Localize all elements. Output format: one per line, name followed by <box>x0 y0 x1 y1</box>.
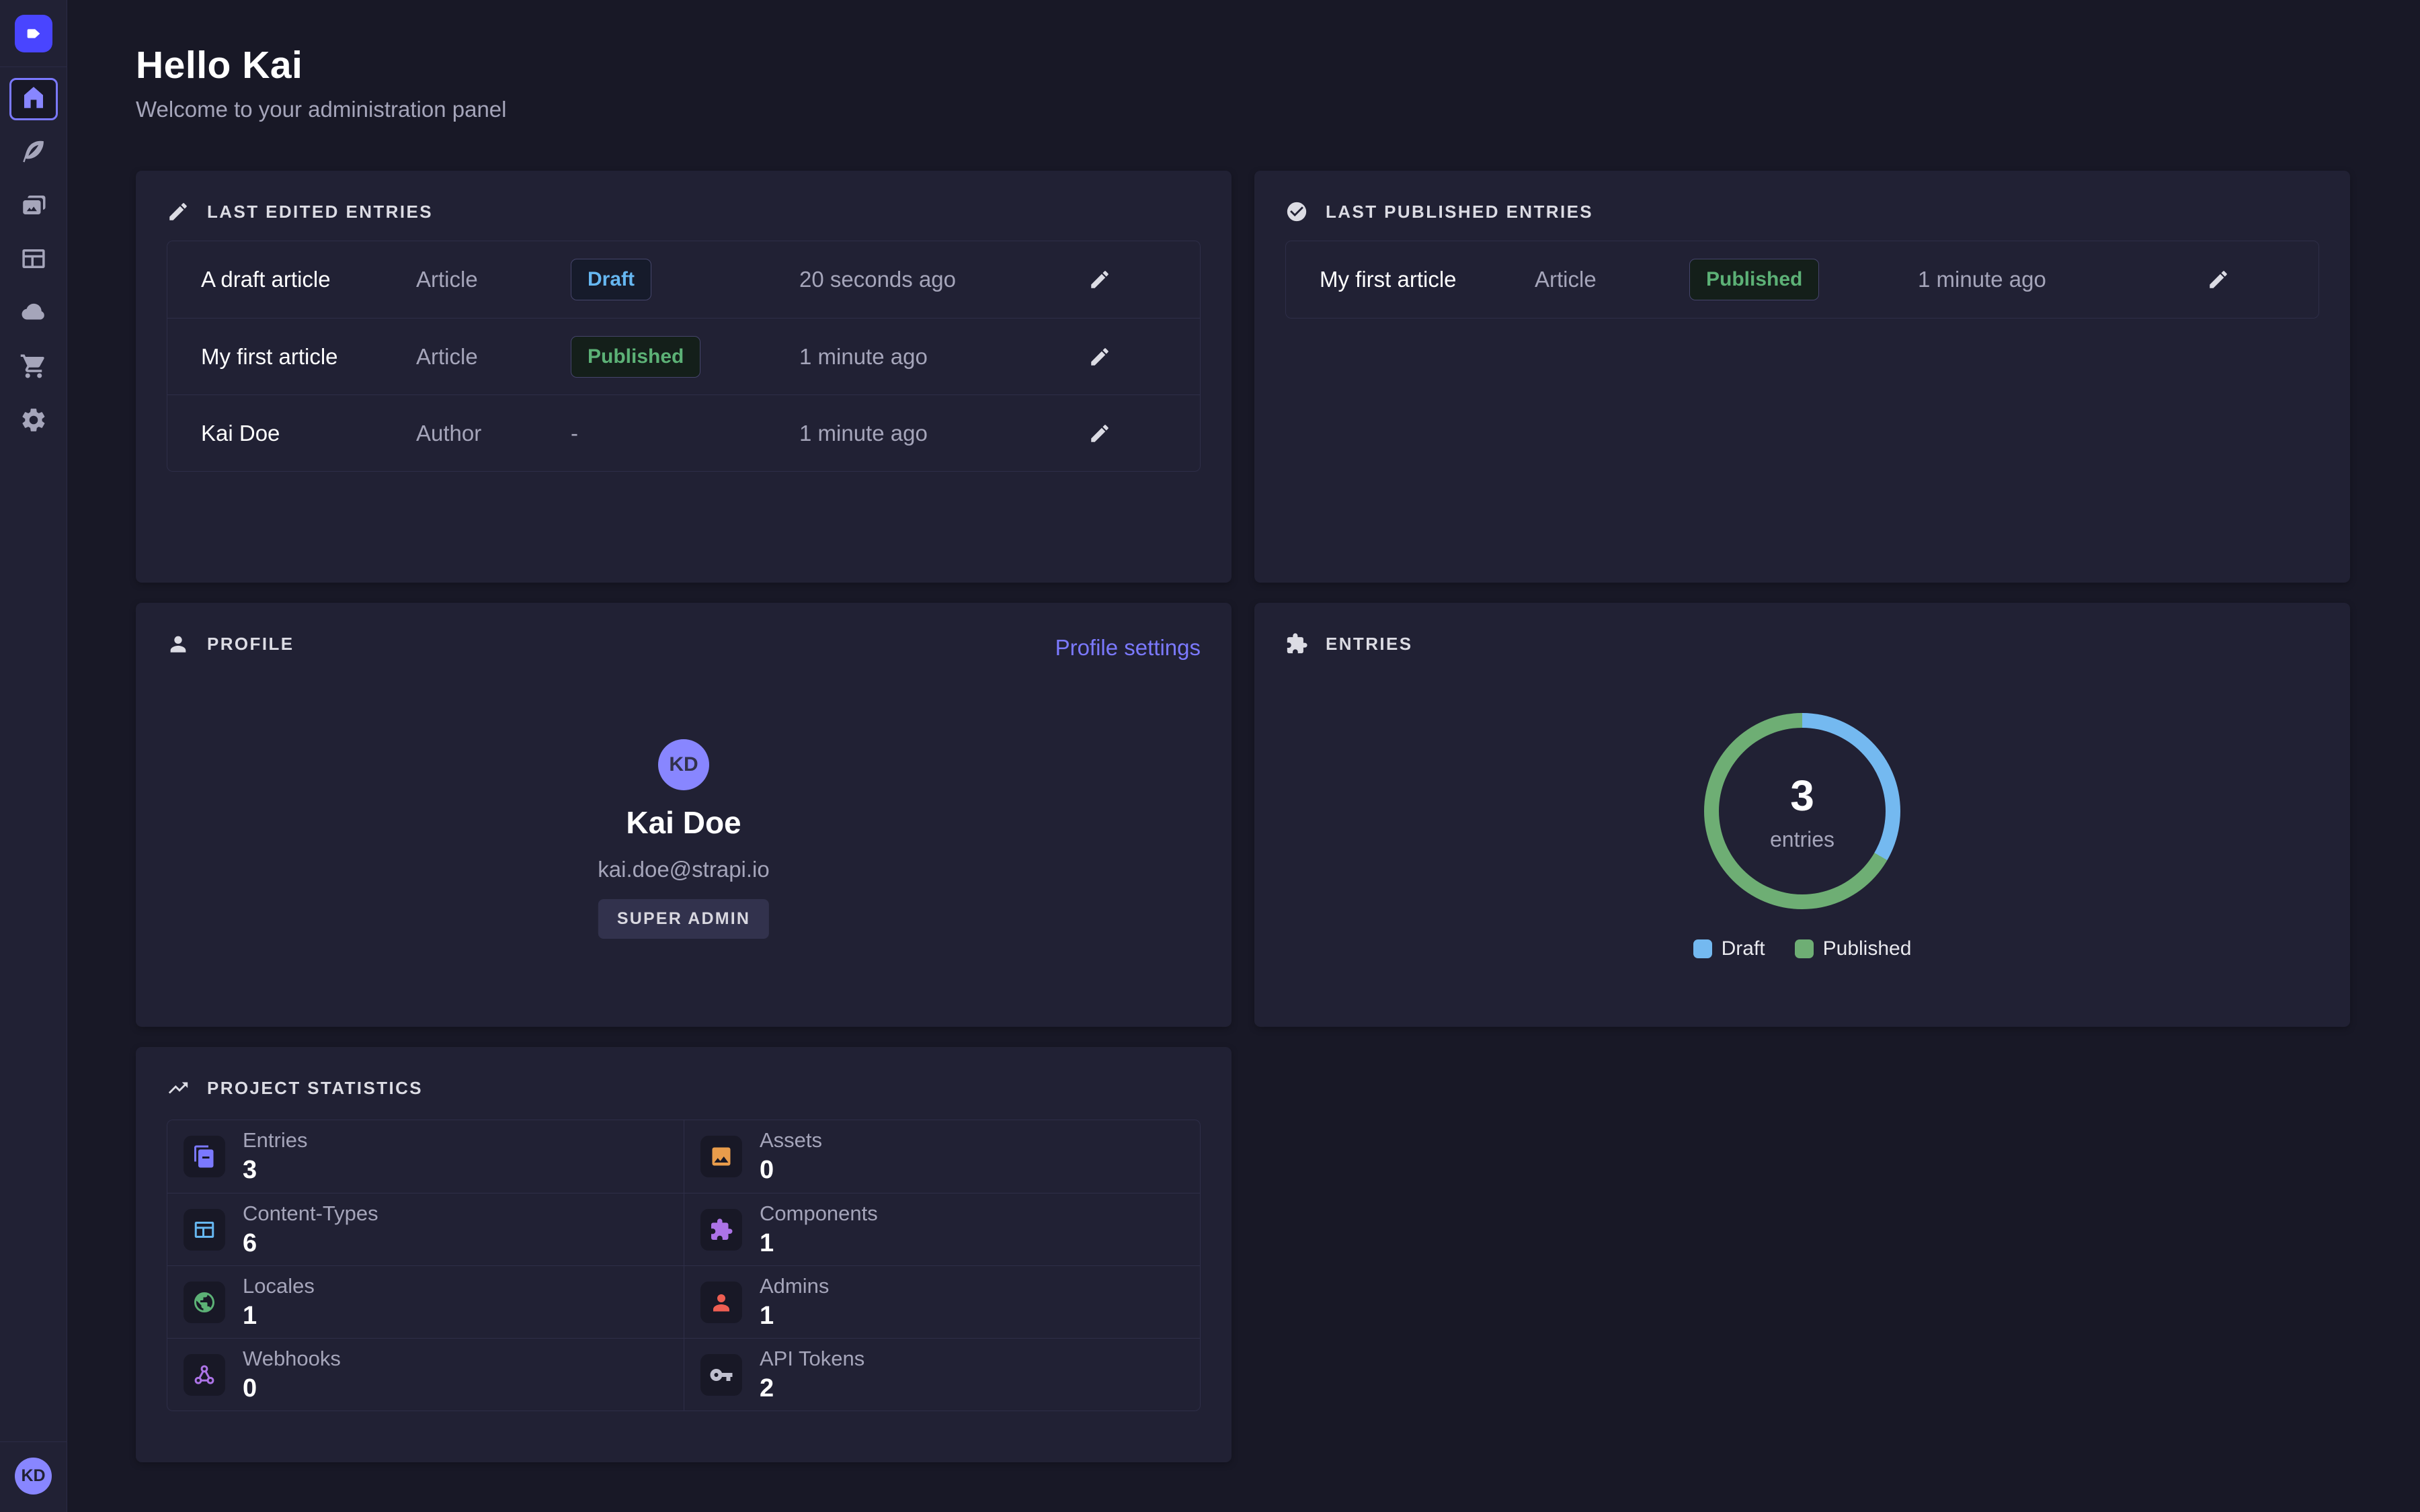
entry-time: 1 minute ago <box>799 421 1088 446</box>
card-title: LAST EDITED ENTRIES <box>207 202 433 222</box>
admin-user-icon <box>700 1282 742 1323</box>
globe-icon <box>184 1282 225 1323</box>
role-badge: SUPER ADMIN <box>598 899 769 939</box>
home-icon <box>19 83 48 115</box>
card-title: LAST PUBLISHED ENTRIES <box>1326 202 1593 222</box>
trending-up-icon <box>167 1077 190 1099</box>
sidebar-nav <box>9 78 58 443</box>
edit-entry-button[interactable] <box>1088 268 1111 291</box>
table-row: A draft article Article Draft 20 seconds… <box>167 241 1200 318</box>
profile-name: Kai Doe <box>136 804 1232 841</box>
page-subtitle: Welcome to your administration panel <box>136 97 2350 122</box>
gear-icon <box>19 406 48 437</box>
entry-time: 1 minute ago <box>799 344 1088 370</box>
card-title: PROJECT STATISTICS <box>207 1078 423 1099</box>
entry-type: Author <box>416 421 571 446</box>
pencil-icon <box>167 200 190 223</box>
person-icon <box>167 632 190 655</box>
sidebar-item-content-type-builder[interactable] <box>9 239 58 282</box>
profile-settings-link[interactable]: Profile settings <box>1055 635 1201 661</box>
stat-api-tokens: API Tokens2 <box>684 1338 1200 1411</box>
sidebar: KD <box>0 0 67 1512</box>
strapi-logo-icon <box>23 23 44 44</box>
documents-icon <box>184 1136 225 1177</box>
puzzle-icon <box>1285 632 1308 655</box>
card-title: PROFILE <box>207 634 294 655</box>
entry-name: My first article <box>1320 267 1535 292</box>
status-badge: Published <box>1689 259 1819 300</box>
layout-icon <box>184 1209 225 1251</box>
status-badge: Published <box>571 336 700 378</box>
pencil-icon <box>1088 268 1111 291</box>
edit-entry-button[interactable] <box>1088 345 1111 368</box>
entry-time: 20 seconds ago <box>799 267 1088 292</box>
profile-card: PROFILE Profile settings KD Kai Doe kai.… <box>136 603 1232 1027</box>
sidebar-item-content-manager[interactable] <box>9 132 58 174</box>
card-title: ENTRIES <box>1326 634 1412 655</box>
entries-caption: entries <box>1770 827 1834 852</box>
sidebar-item-marketplace[interactable] <box>9 347 58 389</box>
last-edited-table: A draft article Article Draft 20 seconds… <box>167 241 1201 472</box>
stat-webhooks: Webhooks0 <box>167 1338 684 1411</box>
table-row: My first article Article Published 1 min… <box>167 318 1200 394</box>
profile-avatar: KD <box>658 739 709 790</box>
entries-total: 3 <box>1790 771 1814 821</box>
shopping-cart-icon <box>19 352 48 384</box>
pencil-icon <box>2207 268 2230 291</box>
published-swatch <box>1795 939 1814 958</box>
profile-email: kai.doe@strapi.io <box>136 857 1232 882</box>
stats-grid: Entries3 Assets0 Content-Types6 Componen… <box>167 1120 1201 1411</box>
status-dash: - <box>571 421 578 446</box>
edit-entry-button[interactable] <box>2207 268 2230 291</box>
key-icon <box>700 1354 742 1396</box>
feather-pen-icon <box>19 137 48 169</box>
entry-type: Article <box>416 344 571 370</box>
images-icon <box>19 191 48 222</box>
legend-published: Published <box>1795 937 1912 960</box>
puzzle-icon <box>700 1209 742 1251</box>
stat-assets: Assets0 <box>684 1120 1200 1193</box>
user-avatar[interactable]: KD <box>15 1458 52 1495</box>
chart-legend: Draft Published <box>1254 937 2350 960</box>
entry-name: Kai Doe <box>201 421 416 446</box>
entry-time: 1 minute ago <box>1918 267 2207 292</box>
sidebar-item-home[interactable] <box>9 78 58 120</box>
entries-chart-card: ENTRIES 3 entries Draft Published <box>1254 603 2350 1027</box>
entry-name: A draft article <box>201 267 416 292</box>
entry-type: Article <box>416 267 571 292</box>
webhook-icon <box>184 1354 225 1396</box>
page-title: Hello Kai <box>136 43 2350 87</box>
main-content: Hello Kai Welcome to your administration… <box>67 0 2420 1512</box>
draft-swatch <box>1693 939 1712 958</box>
last-edited-entries-card: LAST EDITED ENTRIES A draft article Arti… <box>136 171 1232 583</box>
sidebar-item-cloud[interactable] <box>9 293 58 335</box>
last-published-table: My first article Article Published 1 min… <box>1285 241 2319 319</box>
table-row: My first article Article Published 1 min… <box>1286 241 2318 318</box>
layout-icon <box>19 245 48 276</box>
strapi-logo <box>15 15 52 52</box>
sidebar-bottom-divider <box>0 1441 67 1442</box>
pencil-icon <box>1088 422 1111 445</box>
image-icon <box>700 1136 742 1177</box>
cloud-icon <box>19 298 48 330</box>
sidebar-item-media-library[interactable] <box>9 185 58 228</box>
table-row: Kai Doe Author - 1 minute ago <box>167 394 1200 471</box>
entry-type: Article <box>1535 267 1689 292</box>
status-badge: Draft <box>571 259 651 300</box>
sidebar-item-settings[interactable] <box>9 401 58 443</box>
check-circle-icon <box>1285 200 1308 223</box>
entry-name: My first article <box>201 344 416 370</box>
entries-donut-chart: 3 entries <box>1704 713 1900 909</box>
stat-locales: Locales1 <box>167 1265 684 1338</box>
edit-entry-button[interactable] <box>1088 422 1111 445</box>
stat-admins: Admins1 <box>684 1265 1200 1338</box>
pencil-icon <box>1088 345 1111 368</box>
last-published-entries-card: LAST PUBLISHED ENTRIES My first article … <box>1254 171 2350 583</box>
legend-draft: Draft <box>1693 937 1765 960</box>
stat-components: Components1 <box>684 1193 1200 1265</box>
stat-entries: Entries3 <box>167 1120 684 1193</box>
stat-content-types: Content-Types6 <box>167 1193 684 1265</box>
project-statistics-card: PROJECT STATISTICS Entries3 Assets0 Cont… <box>136 1047 1232 1462</box>
